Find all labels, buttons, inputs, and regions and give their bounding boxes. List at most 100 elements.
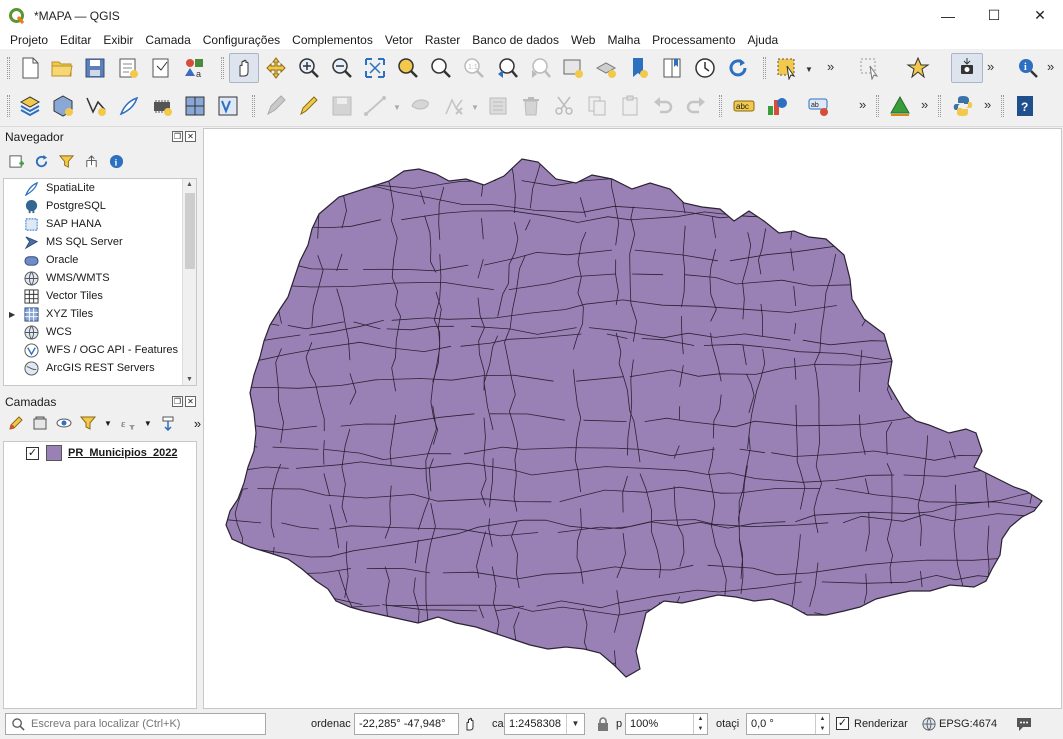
- new-3d-map-view-icon[interactable]: [593, 55, 619, 81]
- menu-web[interactable]: Web: [565, 33, 601, 47]
- python-console-icon[interactable]: [950, 93, 976, 119]
- toolbar-grip[interactable]: [7, 95, 10, 117]
- help-contents-icon[interactable]: ?: [1012, 93, 1038, 119]
- zoom-in-icon[interactable]: [296, 55, 322, 81]
- minimize-button[interactable]: —: [925, 0, 971, 31]
- browser-item-wfs[interactable]: WFS / OGC API - Features: [4, 341, 178, 359]
- layer-row[interactable]: ✓ PR_Municipios_2022: [4, 444, 196, 462]
- layer-styling-icon[interactable]: [8, 415, 24, 431]
- paste-features-icon[interactable]: [617, 93, 643, 119]
- crs-globe-icon[interactable]: [922, 717, 936, 734]
- browser-item-vector-tiles[interactable]: Vector Tiles: [4, 287, 103, 305]
- layers-toolbar-overflow-chevron[interactable]: »: [194, 415, 201, 431]
- temporal-controller-icon[interactable]: [692, 55, 718, 81]
- deselect-features-icon[interactable]: [857, 55, 883, 81]
- browser-item-postgresql[interactable]: PostgreSQL: [4, 197, 106, 215]
- label-toolbar-icon[interactable]: abc: [731, 93, 757, 119]
- collapse-all-icon[interactable]: [83, 153, 99, 169]
- digitize-dropdown-arrow[interactable]: ▼: [393, 103, 401, 112]
- toolbar-grip[interactable]: [876, 95, 879, 117]
- new-map-view-icon[interactable]: [560, 55, 586, 81]
- magnifier-spin-arrows[interactable]: ▲ ▼: [693, 714, 707, 734]
- menu-raster[interactable]: Raster: [419, 33, 466, 47]
- add-group-icon[interactable]: [32, 415, 48, 431]
- toolbar-grip[interactable]: [7, 57, 10, 79]
- layer-name[interactable]: PR_Municipios_2022: [68, 447, 177, 459]
- lock-scale-icon[interactable]: [596, 716, 610, 735]
- refresh-icon[interactable]: [725, 55, 751, 81]
- scroll-up-arrow[interactable]: ▲: [186, 181, 193, 188]
- menu-complementos[interactable]: Complementos: [286, 33, 379, 47]
- toggle-editing-icon[interactable]: [296, 93, 322, 119]
- browser-item-mssql[interactable]: MS SQL Server: [4, 233, 123, 251]
- menu-malha[interactable]: Malha: [601, 33, 646, 47]
- add-selected-layers-icon[interactable]: [8, 153, 24, 169]
- locator-search-input[interactable]: [31, 718, 261, 730]
- select-features-icon[interactable]: [774, 55, 800, 81]
- close-panel-icon[interactable]: ✕: [185, 396, 196, 407]
- magnifier-spinbox[interactable]: 100% ▲ ▼: [625, 713, 708, 735]
- select-dropdown-arrow[interactable]: ▼: [805, 65, 813, 74]
- processing-toolbox-icon[interactable]: [887, 93, 913, 119]
- toolbar-overflow-chevron[interactable]: »: [921, 97, 928, 112]
- toolbar-grip[interactable]: [763, 57, 766, 79]
- delete-selected-icon[interactable]: [518, 93, 544, 119]
- layer-labeling-options-icon[interactable]: ab: [806, 93, 832, 119]
- map-render[interactable]: [204, 129, 1061, 708]
- menu-camada[interactable]: Camada: [139, 33, 196, 47]
- zoom-full-icon[interactable]: [362, 55, 388, 81]
- pan-map-icon[interactable]: [229, 53, 259, 83]
- browser-item-wcs[interactable]: WCS: [4, 323, 72, 341]
- toolbar-overflow-chevron[interactable]: »: [859, 97, 866, 112]
- new-spatialite-layer-icon[interactable]: [116, 93, 142, 119]
- float-panel-icon[interactable]: ❐: [172, 131, 183, 142]
- favorite-star-icon[interactable]: [905, 55, 931, 81]
- toolbar-grip[interactable]: [252, 95, 255, 117]
- zoom-to-layer-icon[interactable]: [428, 55, 454, 81]
- expand-all-icon[interactable]: [160, 415, 176, 431]
- add-polygon-feature-icon[interactable]: [408, 93, 434, 119]
- coordinate-field[interactable]: -22,285° -47,948°: [354, 713, 459, 735]
- menu-vetor[interactable]: Vetor: [379, 33, 419, 47]
- rotation-spinbox[interactable]: 0,0 ° ▲ ▼: [746, 713, 830, 735]
- browser-item-xyz-tiles[interactable]: ▶ XYZ Tiles: [4, 305, 93, 323]
- toolbar-overflow-chevron[interactable]: »: [1047, 59, 1054, 74]
- render-checkbox[interactable]: ✓: [836, 717, 849, 730]
- style-manager-icon[interactable]: a: [181, 55, 207, 81]
- diagram-options-icon[interactable]: [764, 93, 790, 119]
- new-print-layout-icon[interactable]: [115, 55, 141, 81]
- filter-dropdown-arrow[interactable]: ▼: [104, 415, 112, 431]
- layout-manager-icon[interactable]: [148, 55, 174, 81]
- modify-attributes-icon[interactable]: [485, 93, 511, 119]
- identify-features-icon[interactable]: i: [1015, 55, 1041, 81]
- zoom-next-icon[interactable]: [527, 55, 553, 81]
- zoom-last-icon[interactable]: [494, 55, 520, 81]
- undo-icon[interactable]: [650, 93, 676, 119]
- open-project-icon[interactable]: [49, 55, 75, 81]
- menu-configuracoes[interactable]: Configurações: [197, 33, 286, 47]
- scroll-down-arrow[interactable]: ▼: [186, 376, 193, 383]
- filter-legend-icon[interactable]: [80, 415, 96, 431]
- zoom-native-resolution-icon[interactable]: 1:1: [461, 55, 487, 81]
- new-bookmark-icon[interactable]: [626, 55, 652, 81]
- zoom-out-icon[interactable]: [329, 55, 355, 81]
- menu-exibir[interactable]: Exibir: [97, 33, 139, 47]
- current-edits-icon[interactable]: [263, 93, 289, 119]
- browser-item-wms-wmts[interactable]: WMS/WMTS: [4, 269, 110, 287]
- filter-by-expression-icon[interactable]: ε: [120, 415, 136, 431]
- redo-icon[interactable]: [683, 93, 709, 119]
- messages-icon[interactable]: [1015, 716, 1033, 735]
- digitize-with-segment-icon[interactable]: [362, 93, 388, 119]
- toolbar-overflow-chevron[interactable]: »: [987, 59, 994, 74]
- browser-item-spatialite[interactable]: SpatiaLite: [4, 179, 95, 197]
- locator-search[interactable]: [5, 713, 266, 735]
- zoom-to-selection-icon[interactable]: [395, 55, 421, 81]
- menu-banco-de-dados[interactable]: Banco de dados: [466, 33, 565, 47]
- toolbar-grip[interactable]: [719, 95, 722, 117]
- browser-item-oracle[interactable]: Oracle: [4, 251, 78, 269]
- browser-item-arcgis-rest[interactable]: ArcGIS REST Servers: [4, 359, 155, 377]
- menu-processamento[interactable]: Processamento: [646, 33, 741, 47]
- scrollbar-thumb[interactable]: [185, 193, 195, 269]
- layer-visibility-checkbox[interactable]: ✓: [26, 446, 39, 460]
- properties-info-icon[interactable]: i: [108, 153, 124, 169]
